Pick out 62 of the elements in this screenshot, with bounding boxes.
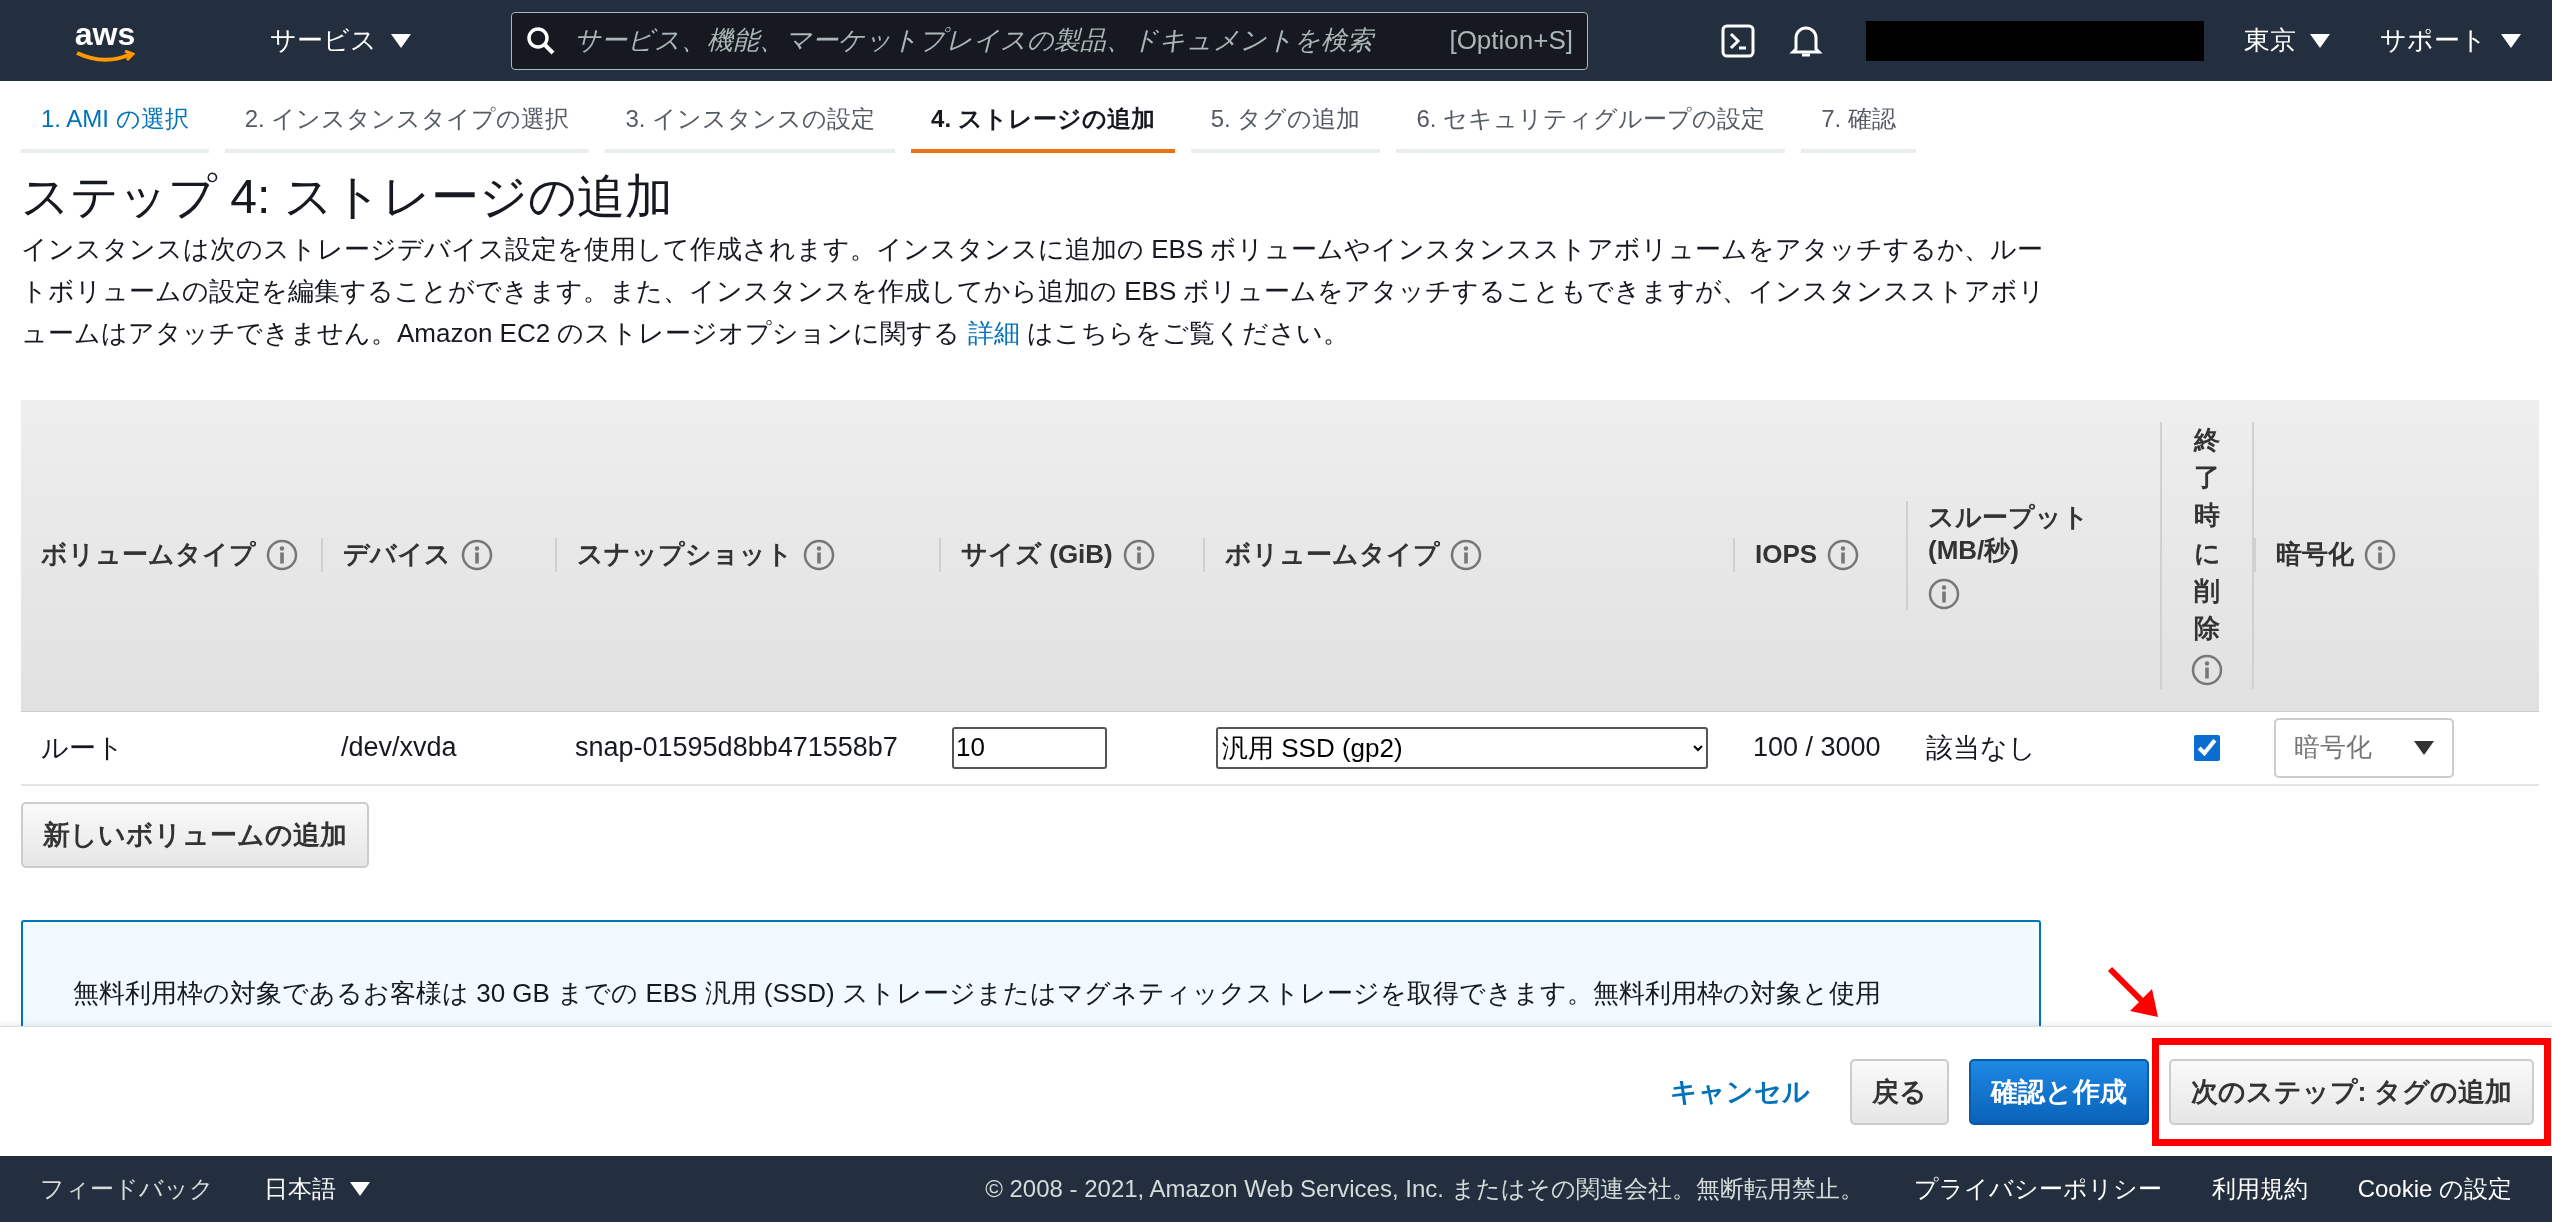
search-field[interactable]: サービス、機能、マーケットプレイスの製品、ドキュメントを検索 [Option+S] <box>511 11 1588 70</box>
table-cell-text: snap-01595d8bb471558b7 <box>574 732 899 764</box>
details-link[interactable]: 詳細 <box>967 317 1020 348</box>
action-button[interactable]: 確認と作成 <box>1968 1058 2149 1125</box>
footer-link[interactable]: 利用規約 <box>2211 1173 2308 1205</box>
column-header: ボリュームタイプ <box>41 538 256 572</box>
column-header: デバイス <box>343 538 451 572</box>
step-tab[interactable]: 3. インスタンスの設定 <box>605 103 896 153</box>
action-button[interactable]: 戻る <box>1849 1058 1949 1125</box>
step-tab[interactable]: 6. セキュリティグループの設定 <box>1396 103 1786 153</box>
info-icon[interactable] <box>1827 539 1860 572</box>
footer-link[interactable]: Cookie の設定 <box>2357 1173 2512 1205</box>
info-icon[interactable] <box>1928 578 1960 611</box>
delete-checkbox[interactable] <box>2194 734 2220 761</box>
table-cell-text: ルート <box>40 731 125 765</box>
info-icon[interactable] <box>1450 539 1482 572</box>
column-header: スナップショット <box>577 538 793 572</box>
step-tab[interactable]: 2. インスタンスタイプの選択 <box>224 103 590 153</box>
column-header: サイズ (GiB) <box>961 538 1113 572</box>
aws-logo[interactable]: aws <box>60 17 150 64</box>
region-menu[interactable]: 東京 <box>2244 23 2330 58</box>
volume-type-select[interactable]: 汎用 SSD (gp2) <box>1216 726 1708 769</box>
action-button[interactable]: 次のステップ: タグの追加 <box>2168 1058 2534 1125</box>
terminal-icon[interactable] <box>1721 23 1755 58</box>
info-icon[interactable] <box>803 539 835 572</box>
info-icon[interactable] <box>266 539 298 572</box>
step-tab[interactable]: 5. タグの追加 <box>1190 103 1381 153</box>
info-icon[interactable] <box>2191 653 2223 686</box>
cancel-link[interactable]: キャンセル <box>1649 1058 1830 1125</box>
encryption-dropdown[interactable]: 暗号化 <box>2274 717 2454 778</box>
column-header: IOPS <box>1755 538 1818 572</box>
description-text: インスタンスは次のストレージデバイス設定を使用して作成されます。インスタンスに追加の EBS ボリュームやインスタンスストアボリュームをアタッチするか、ルートボリュームの設定を編集することができます。また、インスタンスを作成してから追加の EBS ボリュームをアタッチすることもできますが、インスタンスストアボリュームはアタッチできません。Amazon EC2 のストレージオプションに関する 詳細 はこちらをご覧ください。 <box>21 232 2046 350</box>
support-menu[interactable]: サポート <box>2380 23 2521 58</box>
footer-link[interactable]: プライバシーポリシー <box>1913 1173 2162 1205</box>
caret-icon <box>2501 33 2521 48</box>
info-icon[interactable] <box>461 539 493 572</box>
step-tab[interactable]: 1. AMI の選択 <box>21 103 209 153</box>
step-tab[interactable]: 4. ストレージの追加 <box>911 103 1175 153</box>
caret-icon <box>2414 740 2434 755</box>
column-header: ボリュームタイプ <box>1225 538 1440 572</box>
shortcut-hint: [Option+S] <box>1449 25 1573 56</box>
copyright-text: © 2008 - 2021, Amazon Web Services, Inc. またはその関連会社。無断転用禁止。 <box>985 1174 1864 1204</box>
services-menu[interactable]: サービス <box>270 23 411 58</box>
table-cell-text: 該当なし <box>1925 731 2037 765</box>
caret-icon <box>2310 33 2330 48</box>
table-cell-text: 100 / 3000 <box>1752 732 1882 764</box>
size-field[interactable]: 10 <box>952 726 1107 769</box>
info-icon[interactable] <box>1122 539 1155 572</box>
table-cell-text: /dev/xvda <box>340 732 458 764</box>
info-icon[interactable] <box>2364 539 2396 572</box>
add-volume-button[interactable]: 新しいボリュームの追加 <box>21 801 369 868</box>
page-title: ステップ 4: ストレージの追加 <box>21 171 674 224</box>
feedback-link[interactable]: フィードバック <box>40 1173 214 1205</box>
search-icon <box>526 25 556 56</box>
column-header: 終了時に削除 <box>2194 423 2220 646</box>
column-header: 暗号化 <box>2276 538 2354 572</box>
step-tab[interactable]: 7. 確認 <box>1801 103 1916 153</box>
language-menu[interactable]: 日本語 <box>264 1173 370 1205</box>
info-text: 無料利用枠の対象であるお客様は 30 GB までの EBS 汎用 (SSD) ストレージまたはマグネティックストレージを取得できます。無料利用枠の対象と使用 <box>73 976 1882 1010</box>
caret-icon <box>350 1182 370 1196</box>
column-header: スループット (MB/秒) <box>1928 500 2090 568</box>
caret-icon <box>391 33 411 48</box>
